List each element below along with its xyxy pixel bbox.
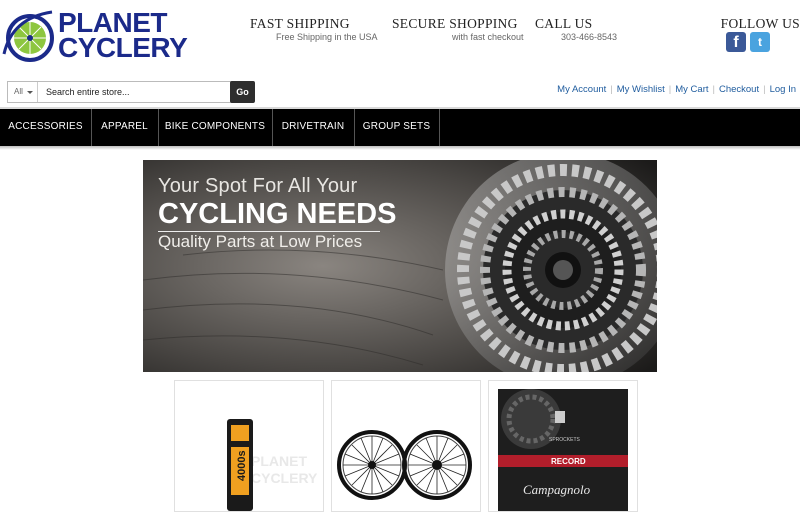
watermark-line-2: CYCLERY [251, 470, 318, 486]
search-box: All [7, 81, 235, 103]
wheel-logo-icon [2, 10, 54, 62]
call-info: CALL US 303-466-8543 [535, 16, 617, 42]
account-links: My Account | My Wishlist | My Cart | Checkout |… [553, 84, 800, 95]
box-label-text: SPROCKETS [549, 437, 581, 443]
secure-info: SECURE SHOPPING with fast checkout [392, 16, 524, 42]
phone-number: 303-466-8543 [561, 32, 618, 42]
shipping-subtitle: Free Shipping in the USA [276, 32, 378, 42]
search-input[interactable] [46, 82, 232, 102]
search-category-select[interactable]: All [8, 82, 38, 102]
cassette-box-product-image: SPROCKETS RECORD Campagnolo [498, 389, 628, 511]
nav-shadow [0, 146, 800, 150]
tire-product-image: PLANET CYCLERY 4000s [227, 419, 318, 511]
watermark-line-1: PLANET [251, 453, 307, 469]
site-header: PLANET CYCLERY FAST SHIPPING Free Shippi… [0, 0, 800, 78]
facebook-icon[interactable]: f [726, 32, 746, 52]
twitter-icon[interactable]: t [750, 32, 770, 52]
box-model-text: RECORD [551, 457, 586, 466]
shipping-title: FAST SHIPPING [250, 16, 350, 31]
tire-brand-label: 4000s [236, 450, 248, 481]
banner-line-2: CYCLING NEEDS [158, 198, 397, 230]
shipping-info: FAST SHIPPING Free Shipping in the USA [250, 16, 378, 42]
my-wishlist-link[interactable]: My Wishlist [613, 84, 669, 95]
banner-line-1: Your Spot For All Your [158, 175, 358, 197]
nav-item-apparel[interactable]: APPAREL [91, 109, 159, 146]
logo-line-2: CYCLERY [58, 32, 188, 63]
product-tile-cassette-box[interactable]: SPROCKETS RECORD Campagnolo [488, 380, 638, 512]
search-category-label: All [14, 87, 23, 96]
checkout-link[interactable]: Checkout [715, 84, 763, 95]
product-tile-tire[interactable]: PLANET CYCLERY 4000s [174, 380, 324, 512]
secure-title: SECURE SHOPPING [392, 16, 518, 31]
product-tile-wheelset[interactable] [331, 380, 481, 512]
my-account-link[interactable]: My Account [553, 84, 610, 95]
nav-item-group-sets[interactable]: GROUP SETS [354, 109, 440, 146]
banner-line-3: Quality Parts at Low Prices [158, 232, 363, 251]
follow-title: FOLLOW US [720, 16, 800, 31]
call-title: CALL US [535, 16, 593, 31]
site-logo[interactable]: PLANET CYCLERY [2, 8, 188, 64]
nav-item-accessories[interactable]: ACCESSORIES [0, 109, 92, 146]
logo-wordmark: PLANET CYCLERY [58, 9, 188, 63]
nav-item-drivetrain[interactable]: DRIVETRAIN [272, 109, 355, 146]
box-brand-text: Campagnolo [523, 482, 591, 497]
chevron-down-icon [27, 91, 33, 94]
hero-banner[interactable]: Your Spot For All Your CYCLING NEEDS Qua… [143, 160, 657, 372]
log-in-link[interactable]: Log In [766, 84, 800, 95]
secure-subtitle: with fast checkout [452, 32, 524, 42]
search-row: All Go My Account|My Wishlist|My Cart|Ch… [0, 80, 800, 106]
search-go-button[interactable]: Go [230, 81, 255, 103]
wheelset-product-image [337, 430, 472, 500]
my-cart-link[interactable]: My Cart [671, 84, 712, 95]
main-nav: ACCESSORIES APPAREL BIKE COMPONENTS DRIV… [0, 107, 800, 146]
nav-item-bike-components[interactable]: BIKE COMPONENTS [158, 109, 273, 146]
